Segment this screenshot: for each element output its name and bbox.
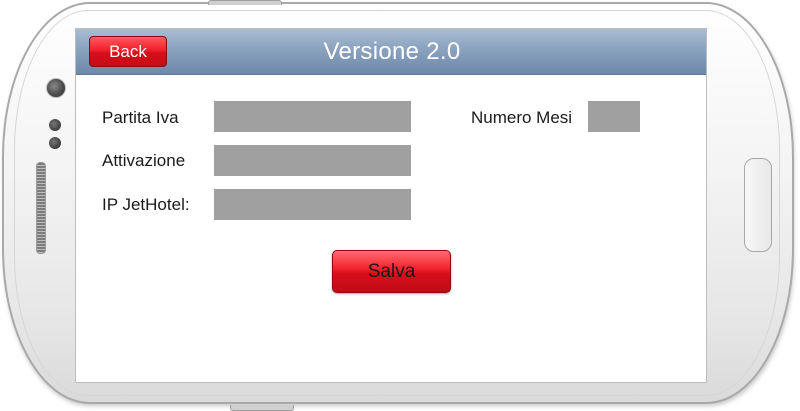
speaker-grille-icon xyxy=(36,162,46,254)
attivazione-input[interactable] xyxy=(214,145,411,176)
app-screen: Versione 2.0 Back Partita Iva Attivazion… xyxy=(75,28,707,383)
ip-jethotel-input[interactable] xyxy=(214,189,411,220)
camera-icon xyxy=(46,78,66,98)
back-button[interactable]: Back xyxy=(89,36,167,67)
power-button[interactable] xyxy=(230,405,294,411)
device-frame: Versione 2.0 Back Partita Iva Attivazion… xyxy=(0,0,800,411)
sensor-icon xyxy=(49,137,61,149)
page-title: Versione 2.0 xyxy=(323,38,461,65)
partita-iva-label: Partita Iva xyxy=(102,108,179,127)
title-bar: Versione 2.0 Back xyxy=(76,29,706,75)
attivazione-label: Attivazione xyxy=(102,151,186,170)
ip-jethotel-label: IP JetHotel: xyxy=(102,195,190,214)
partita-iva-input[interactable] xyxy=(214,101,411,132)
home-button-icon[interactable] xyxy=(744,158,772,252)
volume-button[interactable] xyxy=(208,0,282,5)
numero-mesi-input[interactable] xyxy=(588,101,640,132)
numero-mesi-label: Numero Mesi xyxy=(471,108,573,127)
sensor-icon xyxy=(49,119,61,131)
save-button[interactable]: Salva xyxy=(332,250,451,293)
